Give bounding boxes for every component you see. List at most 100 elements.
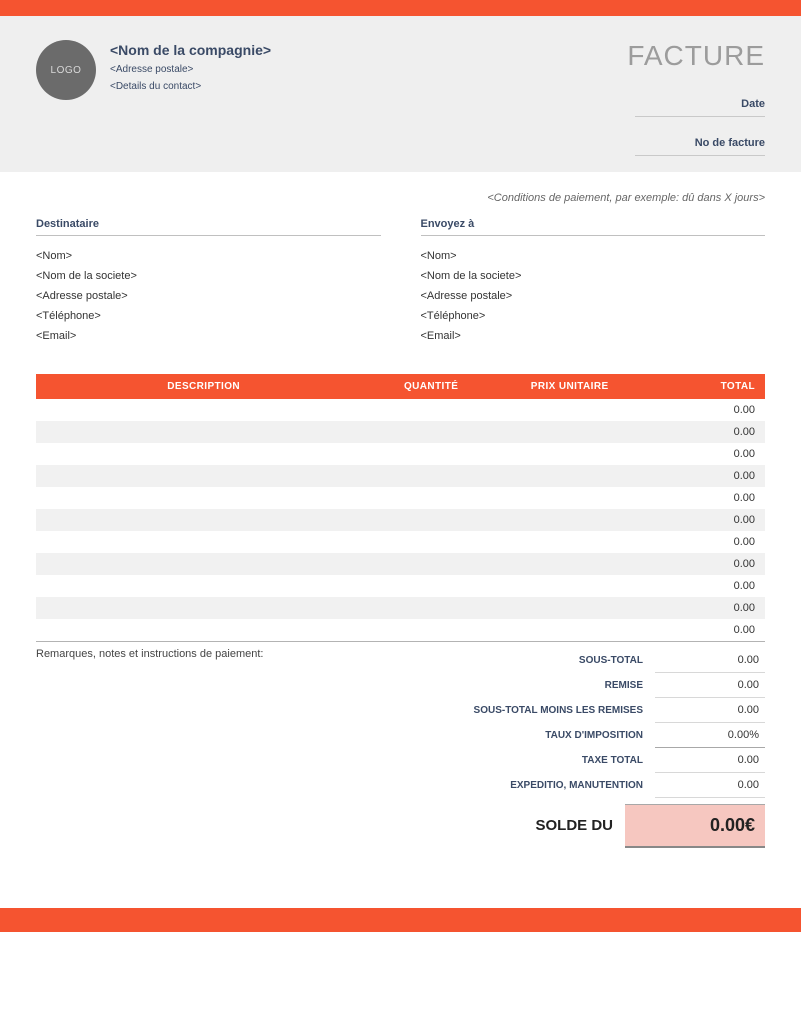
table-row: 0.00 — [36, 399, 765, 421]
cell-quantity — [371, 443, 491, 465]
tax-rate-value: 0.00% — [655, 723, 765, 748]
cell-total: 0.00 — [648, 465, 765, 487]
company-name: <Nom de la compagnie> — [110, 42, 271, 58]
balance-value: 0.00€ — [625, 804, 765, 848]
header-block: LOGO <Nom de la compagnie> <Adresse post… — [0, 16, 801, 172]
cell-quantity — [371, 597, 491, 619]
table-row: 0.00 — [36, 553, 765, 575]
cell-total: 0.00 — [648, 399, 765, 421]
cell-quantity — [371, 531, 491, 553]
subtotal-less-value: 0.00 — [655, 698, 765, 723]
sendto-company: <Nom de la societe> — [421, 266, 766, 286]
cell-quantity — [371, 465, 491, 487]
col-description: DESCRIPTION — [36, 374, 371, 399]
cell-unitPrice — [491, 421, 648, 443]
cell-description — [36, 399, 371, 421]
cell-quantity — [371, 487, 491, 509]
cell-quantity — [371, 399, 491, 421]
col-unit-price: PRIX UNITAIRE — [491, 374, 648, 399]
subtotal-less-label: SOUS-TOTAL MOINS LES REMISES — [405, 699, 655, 722]
cell-quantity — [371, 553, 491, 575]
company-contact: <Details du contact> — [110, 81, 271, 92]
tax-total-label: TAXE TOTAL — [405, 749, 655, 772]
cell-description — [36, 619, 371, 641]
discount-value: 0.00 — [655, 673, 765, 698]
sendto-phone: <Téléphone> — [421, 306, 766, 326]
cell-total: 0.00 — [648, 421, 765, 443]
cell-description — [36, 553, 371, 575]
table-row: 0.00 — [36, 465, 765, 487]
invoice-number-label: No de facture — [635, 129, 765, 156]
table-row: 0.00 — [36, 487, 765, 509]
cell-total: 0.00 — [648, 443, 765, 465]
cell-total: 0.00 — [648, 487, 765, 509]
cell-description — [36, 509, 371, 531]
table-row: 0.00 — [36, 421, 765, 443]
table-row: 0.00 — [36, 531, 765, 553]
cell-description — [36, 597, 371, 619]
cell-quantity — [371, 509, 491, 531]
logo-placeholder: LOGO — [36, 40, 96, 100]
recipient-address: <Adresse postale> — [36, 286, 381, 306]
cell-unitPrice — [491, 465, 648, 487]
remarks-label: Remarques, notes et instructions de paie… — [36, 648, 385, 848]
cell-unitPrice — [491, 487, 648, 509]
sendto-address: <Adresse postale> — [421, 286, 766, 306]
cell-description — [36, 443, 371, 465]
cell-description — [36, 531, 371, 553]
subtotal-label: SOUS-TOTAL — [405, 649, 655, 672]
recipient-heading: Destinataire — [36, 218, 381, 236]
table-row: 0.00 — [36, 509, 765, 531]
cell-unitPrice — [491, 619, 648, 641]
cell-total: 0.00 — [648, 597, 765, 619]
cell-quantity — [371, 619, 491, 641]
body-block: <Conditions de paiement, par exemple: dû… — [0, 172, 801, 908]
cell-total: 0.00 — [648, 509, 765, 531]
cell-unitPrice — [491, 399, 648, 421]
totals-section: SOUS-TOTAL 0.00 REMISE 0.00 SOUS-TOTAL M… — [405, 648, 765, 848]
recipient-section: Destinataire <Nom> <Nom de la societe> <… — [36, 218, 381, 346]
cell-description — [36, 487, 371, 509]
col-quantity: QUANTITÉ — [371, 374, 491, 399]
cell-unitPrice — [491, 553, 648, 575]
cell-unitPrice — [491, 509, 648, 531]
bottom-accent-bar — [0, 908, 801, 932]
recipient-phone: <Téléphone> — [36, 306, 381, 326]
recipient-email: <Email> — [36, 326, 381, 346]
shipping-label: EXPEDITIO, MANUTENTION — [405, 774, 655, 797]
payment-terms: <Conditions de paiement, par exemple: dû… — [36, 192, 765, 204]
col-total: TOTAL — [648, 374, 765, 399]
date-label: Date — [635, 90, 765, 117]
cell-description — [36, 421, 371, 443]
table-row: 0.00 — [36, 443, 765, 465]
top-accent-bar — [0, 0, 801, 16]
tax-rate-label: TAUX D'IMPOSITION — [405, 724, 655, 747]
document-title: FACTURE — [627, 40, 765, 72]
cell-total: 0.00 — [648, 553, 765, 575]
sendto-name: <Nom> — [421, 246, 766, 266]
shipping-value: 0.00 — [655, 773, 765, 798]
cell-total: 0.00 — [648, 619, 765, 641]
cell-unitPrice — [491, 575, 648, 597]
sendto-section: Envoyez à <Nom> <Nom de la societe> <Adr… — [421, 218, 766, 346]
items-table: DESCRIPTION QUANTITÉ PRIX UNITAIRE TOTAL… — [36, 374, 765, 642]
tax-total-value: 0.00 — [655, 748, 765, 773]
recipient-name: <Nom> — [36, 246, 381, 266]
recipient-company: <Nom de la societe> — [36, 266, 381, 286]
cell-unitPrice — [491, 597, 648, 619]
cell-unitPrice — [491, 531, 648, 553]
cell-unitPrice — [491, 443, 648, 465]
discount-label: REMISE — [405, 674, 655, 697]
cell-description — [36, 575, 371, 597]
cell-total: 0.00 — [648, 531, 765, 553]
company-address: <Adresse postale> — [110, 64, 271, 75]
cell-description — [36, 465, 371, 487]
balance-label: SOLDE DU — [405, 817, 625, 834]
subtotal-value: 0.00 — [655, 648, 765, 673]
sendto-email: <Email> — [421, 326, 766, 346]
cell-total: 0.00 — [648, 575, 765, 597]
table-row: 0.00 — [36, 619, 765, 641]
cell-quantity — [371, 575, 491, 597]
sendto-heading: Envoyez à — [421, 218, 766, 236]
table-row: 0.00 — [36, 597, 765, 619]
